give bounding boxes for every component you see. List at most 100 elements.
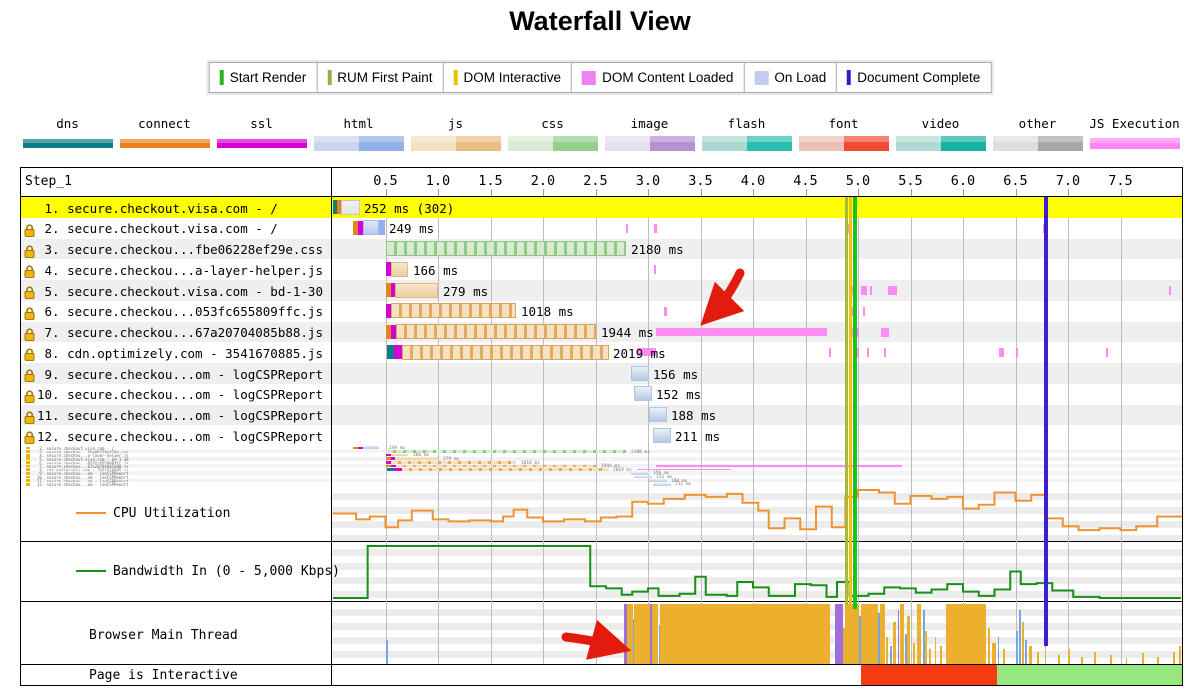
request-time-label: 249 ms <box>389 221 434 236</box>
event-marker-line <box>853 197 857 609</box>
mini-segment <box>387 468 394 471</box>
request-time-label: 252 ms (302) <box>364 201 454 216</box>
lock-icon <box>24 284 35 303</box>
js-execution-tick <box>999 348 1004 357</box>
main-thread-bar <box>845 604 859 664</box>
js-execution-tick <box>654 265 656 274</box>
request-label[interactable]: 5. secure.checkout.visa.com - bd-1-30 <box>37 284 323 299</box>
request-label[interactable]: 3. secure.checkou...fbe06228ef29e.css <box>37 242 323 257</box>
main-thread-bar <box>1179 646 1181 664</box>
request-label[interactable]: 11. secure.checkou...om - logCSPReport <box>37 408 323 423</box>
js-execution-tick <box>1016 348 1018 357</box>
resource-legend-item-other: other <box>989 117 1086 151</box>
js-swatch-icon <box>411 136 501 151</box>
resource-legend-label: JS Execution <box>1086 117 1183 131</box>
mini-request-bar <box>391 461 516 464</box>
main-thread-bar <box>1173 652 1175 664</box>
mini-lock-icon <box>26 457 30 460</box>
request-bar <box>341 200 360 215</box>
request-time-label: 279 ms <box>443 284 488 299</box>
swatch-highlight <box>896 136 986 142</box>
request-bar <box>634 386 652 401</box>
main-thread-bar <box>880 604 885 664</box>
event-legend-item: DOM Content Loaded <box>571 63 743 92</box>
mini-time-label: 211 ms <box>675 482 691 487</box>
resource-legend-label: video <box>892 117 989 131</box>
swatch-highlight <box>217 139 307 143</box>
request-label[interactable]: 12. secure.checkou...om - logCSPReport <box>37 429 323 444</box>
axis-tick-label: 5.5 <box>893 173 929 189</box>
request-label[interactable]: 6. secure.checkou...053fc655809ffc.js <box>37 304 323 319</box>
connect-swatch-icon <box>120 139 210 148</box>
main-thread-bar <box>925 631 927 664</box>
axis-tick-mark <box>386 189 387 196</box>
request-label[interactable]: 2. secure.checkout.visa.com - / <box>37 221 278 236</box>
document-complete-marker-icon <box>847 70 851 85</box>
js-execution-tick <box>870 286 872 295</box>
swatch-highlight <box>993 136 1083 142</box>
resource-legend-label: flash <box>698 117 795 131</box>
request-label[interactable]: 9. secure.checkou...om - logCSPReport <box>37 367 323 382</box>
request-label[interactable]: 10. secure.checkou...om - logCSPReport <box>37 387 323 402</box>
mini-lock-icon <box>26 476 30 479</box>
mini-request-label: 12. secure.checkou...om - logCSPReport <box>37 482 325 486</box>
dom-interactive-marker-icon <box>454 70 458 85</box>
axis-tick-mark <box>491 189 492 196</box>
dns-segment <box>387 345 394 359</box>
event-legend-item: Document Complete <box>836 63 990 92</box>
request-bar-dark <box>379 220 385 235</box>
mini-request-bar <box>395 457 438 460</box>
event-legend: Start RenderRUM First PaintDOM Interacti… <box>209 62 992 93</box>
mini-request-bar <box>396 465 596 468</box>
request-bar <box>395 283 438 298</box>
swatch-highlight <box>508 136 598 142</box>
swatch-highlight <box>23 139 113 143</box>
event-legend-item: DOM Interactive <box>443 63 572 92</box>
axis-tick-mark <box>1016 189 1017 196</box>
swatch-highlight <box>411 136 501 142</box>
request-time-label: 2019 ms <box>613 346 666 361</box>
page-interactive-segment <box>997 665 1182 685</box>
axis-tick-label: 1.0 <box>420 173 456 189</box>
main-thread-bar <box>940 646 942 664</box>
main-thread-bar <box>1045 643 1047 664</box>
resource-legend-label: image <box>601 117 698 131</box>
mini-request-bar <box>391 454 408 457</box>
axis-tick-mark <box>911 189 912 196</box>
main-thread-bar <box>1016 631 1018 664</box>
mini-lock-icon <box>26 472 30 475</box>
event-legend-label: Document Complete <box>857 70 980 85</box>
main-thread-bar <box>886 637 888 664</box>
flash-swatch-icon <box>702 136 792 151</box>
request-bar <box>631 366 649 381</box>
mini-segment <box>394 468 402 471</box>
step-label: Step_1 <box>25 174 72 189</box>
mini-lock-icon <box>26 465 30 468</box>
axis-tick-label: 6.0 <box>945 173 981 189</box>
lock-icon <box>24 429 35 448</box>
lock-icon <box>24 305 35 324</box>
request-label[interactable]: 1. secure.checkout.visa.com - / <box>37 201 278 216</box>
main-thread-bar <box>917 604 921 664</box>
lock-icon <box>24 409 35 428</box>
main-thread-bar <box>1058 655 1060 664</box>
request-label[interactable]: 4. secure.checkou...a-layer-helper.js <box>37 263 323 278</box>
resource-legend-label: other <box>989 117 1086 131</box>
resource-legend-item-js: js <box>407 117 504 151</box>
resource-legend-item-font: font <box>795 117 892 151</box>
request-bar <box>391 262 408 277</box>
request-label[interactable]: 8. cdn.optimizely.com - 3541670885.js <box>37 346 323 361</box>
request-time-label: 2180 ms <box>631 242 684 257</box>
event-legend-item: RUM First Paint <box>316 63 442 92</box>
lock-icon <box>24 367 35 386</box>
request-time-label: 166 ms <box>413 263 458 278</box>
main-thread-bar <box>935 637 937 664</box>
rum-first-paint-marker-icon <box>327 70 331 85</box>
main-thread-bars <box>331 602 1182 664</box>
main-thread-bar <box>1126 658 1128 664</box>
request-label[interactable]: 7. secure.checkou...67a20704085b88.js <box>37 325 323 340</box>
request-time-label: 1018 ms <box>521 304 574 319</box>
waterfall-inner: Step_1 0.51.01.52.02.53.03.54.04.55.05.5… <box>21 168 1182 685</box>
html-swatch-icon <box>314 136 404 151</box>
mini-lock-icon <box>26 461 30 464</box>
